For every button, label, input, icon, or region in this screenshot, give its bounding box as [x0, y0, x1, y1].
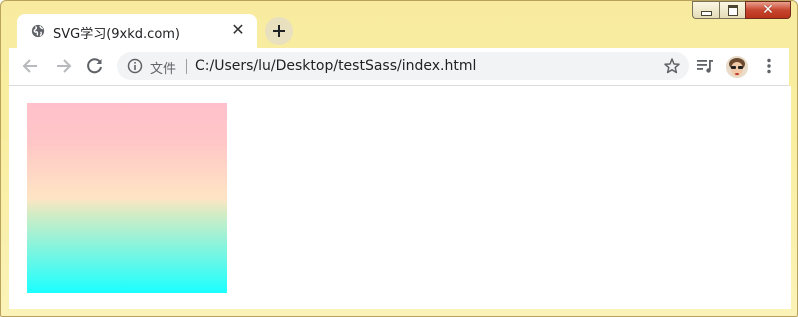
profile-avatar[interactable] [726, 56, 748, 78]
close-icon: ✕ [762, 2, 774, 18]
close-window-button[interactable]: ✕ [745, 1, 791, 19]
forward-button[interactable] [53, 56, 73, 76]
info-icon[interactable] [127, 58, 143, 74]
window-caption-buttons: ✕ [692, 1, 791, 20]
minimize-button[interactable] [692, 1, 719, 19]
globe-icon [31, 24, 45, 38]
gradient-rectangle [27, 103, 227, 293]
url-text[interactable]: C:/Users/lu/Desktop/testSass/index.html [195, 58, 476, 74]
tab-close-icon[interactable]: ✕ [231, 22, 245, 38]
reload-button[interactable] [85, 56, 105, 76]
plus-icon [273, 25, 285, 37]
minimize-icon [700, 10, 712, 16]
star-icon[interactable] [663, 57, 681, 75]
maximize-button[interactable] [719, 1, 745, 19]
new-tab-button[interactable] [265, 17, 293, 45]
browser-toolbar: 文件 C:/Users/lu/Desktop/testSass/index.ht… [9, 48, 789, 86]
browser-tab[interactable]: SVG学习(9xkd.com) ✕ [17, 14, 257, 48]
omnibox-divider [186, 59, 187, 74]
tab-title: SVG学习(9xkd.com) [53, 27, 181, 42]
address-bar[interactable]: 文件 C:/Users/lu/Desktop/testSass/index.ht… [117, 52, 689, 80]
kebab-menu-icon[interactable] [759, 56, 779, 76]
scheme-label: 文件 [150, 62, 177, 77]
page-content [9, 86, 791, 309]
maximize-icon [727, 4, 738, 16]
back-button[interactable] [21, 56, 41, 76]
gradient-fill-rect [27, 103, 227, 293]
playlist-icon[interactable] [695, 56, 715, 76]
avatar-image [726, 56, 748, 78]
browser-window: ✕ SVG学习(9xkd.com) ✕ 文件 C:/Users/lu/Deskt… [0, 0, 798, 317]
